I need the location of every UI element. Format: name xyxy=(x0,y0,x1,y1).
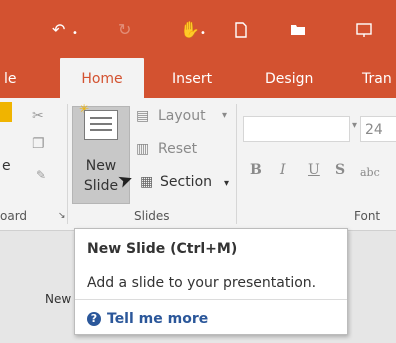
text-shadow-button[interactable]: S xyxy=(335,162,345,178)
bold-button[interactable]: B xyxy=(250,162,262,178)
layout-button[interactable]: Layout xyxy=(158,108,206,124)
paste-icon[interactable] xyxy=(0,102,12,122)
slide-area-text: New xyxy=(45,292,72,306)
new-slide-icon xyxy=(84,110,118,140)
tell-me-more-label: Tell me more xyxy=(107,311,209,327)
strikethrough-button[interactable]: abc xyxy=(360,166,380,179)
tab-home[interactable]: Home xyxy=(60,58,144,98)
font-group-label: Font xyxy=(354,209,381,223)
touch-dropdown-icon[interactable]: • xyxy=(200,26,206,42)
slides-group-label: Slides xyxy=(134,209,170,223)
tab-file[interactable]: le xyxy=(4,58,17,98)
section-button[interactable]: Section xyxy=(160,174,212,190)
ribbon-tabs: le Home Insert Design Tran xyxy=(0,58,396,98)
format-painter-icon[interactable]: ✎ xyxy=(36,168,46,182)
group-separator xyxy=(67,104,68,224)
present-icon[interactable] xyxy=(355,22,373,41)
clipboard-group-label: oard xyxy=(0,209,28,223)
tab-transitions[interactable]: Tran xyxy=(362,58,392,98)
new-document-icon[interactable] xyxy=(235,22,247,41)
cut-icon[interactable]: ✂ xyxy=(32,108,44,124)
section-dropdown-icon[interactable]: ▾ xyxy=(224,178,229,189)
tab-design[interactable]: Design xyxy=(265,58,313,98)
reset-icon: ▥ xyxy=(136,141,150,157)
open-folder-icon[interactable] xyxy=(290,22,306,39)
question-icon: ? xyxy=(87,312,101,326)
section-icon: ▦ xyxy=(140,174,154,190)
title-bar: ↶ • ↻ ✋ • xyxy=(0,0,396,58)
redo-icon[interactable]: ↻ xyxy=(118,22,131,38)
layout-icon: ▤ xyxy=(136,108,150,124)
font-name-combobox[interactable] xyxy=(243,116,350,142)
group-separator xyxy=(236,104,237,224)
ribbon: e ✂ ❐ ✎ oard ↘ ✳ New Slide ▤ Layout ▾ ▥ … xyxy=(0,98,396,231)
italic-button[interactable]: I xyxy=(280,162,286,178)
undo-icon[interactable]: ↶ xyxy=(52,22,65,38)
tooltip-title: New Slide (Ctrl+M) xyxy=(87,241,238,257)
new-slide-tooltip: New Slide (Ctrl+M) Add a slide to your p… xyxy=(74,228,348,335)
tell-me-more-link[interactable]: ? Tell me more xyxy=(87,311,208,327)
font-name-dropdown-icon[interactable]: ▾ xyxy=(352,120,357,131)
copy-icon[interactable]: ❐ xyxy=(32,136,45,152)
layout-dropdown-icon[interactable]: ▾ xyxy=(222,110,227,121)
font-size-combobox[interactable]: 24 xyxy=(360,116,396,142)
paste-label[interactable]: e xyxy=(2,158,11,174)
undo-dropdown-icon[interactable]: • xyxy=(72,26,78,42)
underline-button[interactable]: U xyxy=(308,162,320,178)
clipboard-launcher-icon[interactable]: ↘ xyxy=(58,211,66,221)
reset-button[interactable]: Reset xyxy=(158,141,197,157)
tooltip-description: Add a slide to your presentation. xyxy=(87,275,317,291)
touch-mode-icon[interactable]: ✋ xyxy=(180,22,200,38)
tooltip-divider xyxy=(75,299,347,300)
tab-insert[interactable]: Insert xyxy=(172,58,212,98)
